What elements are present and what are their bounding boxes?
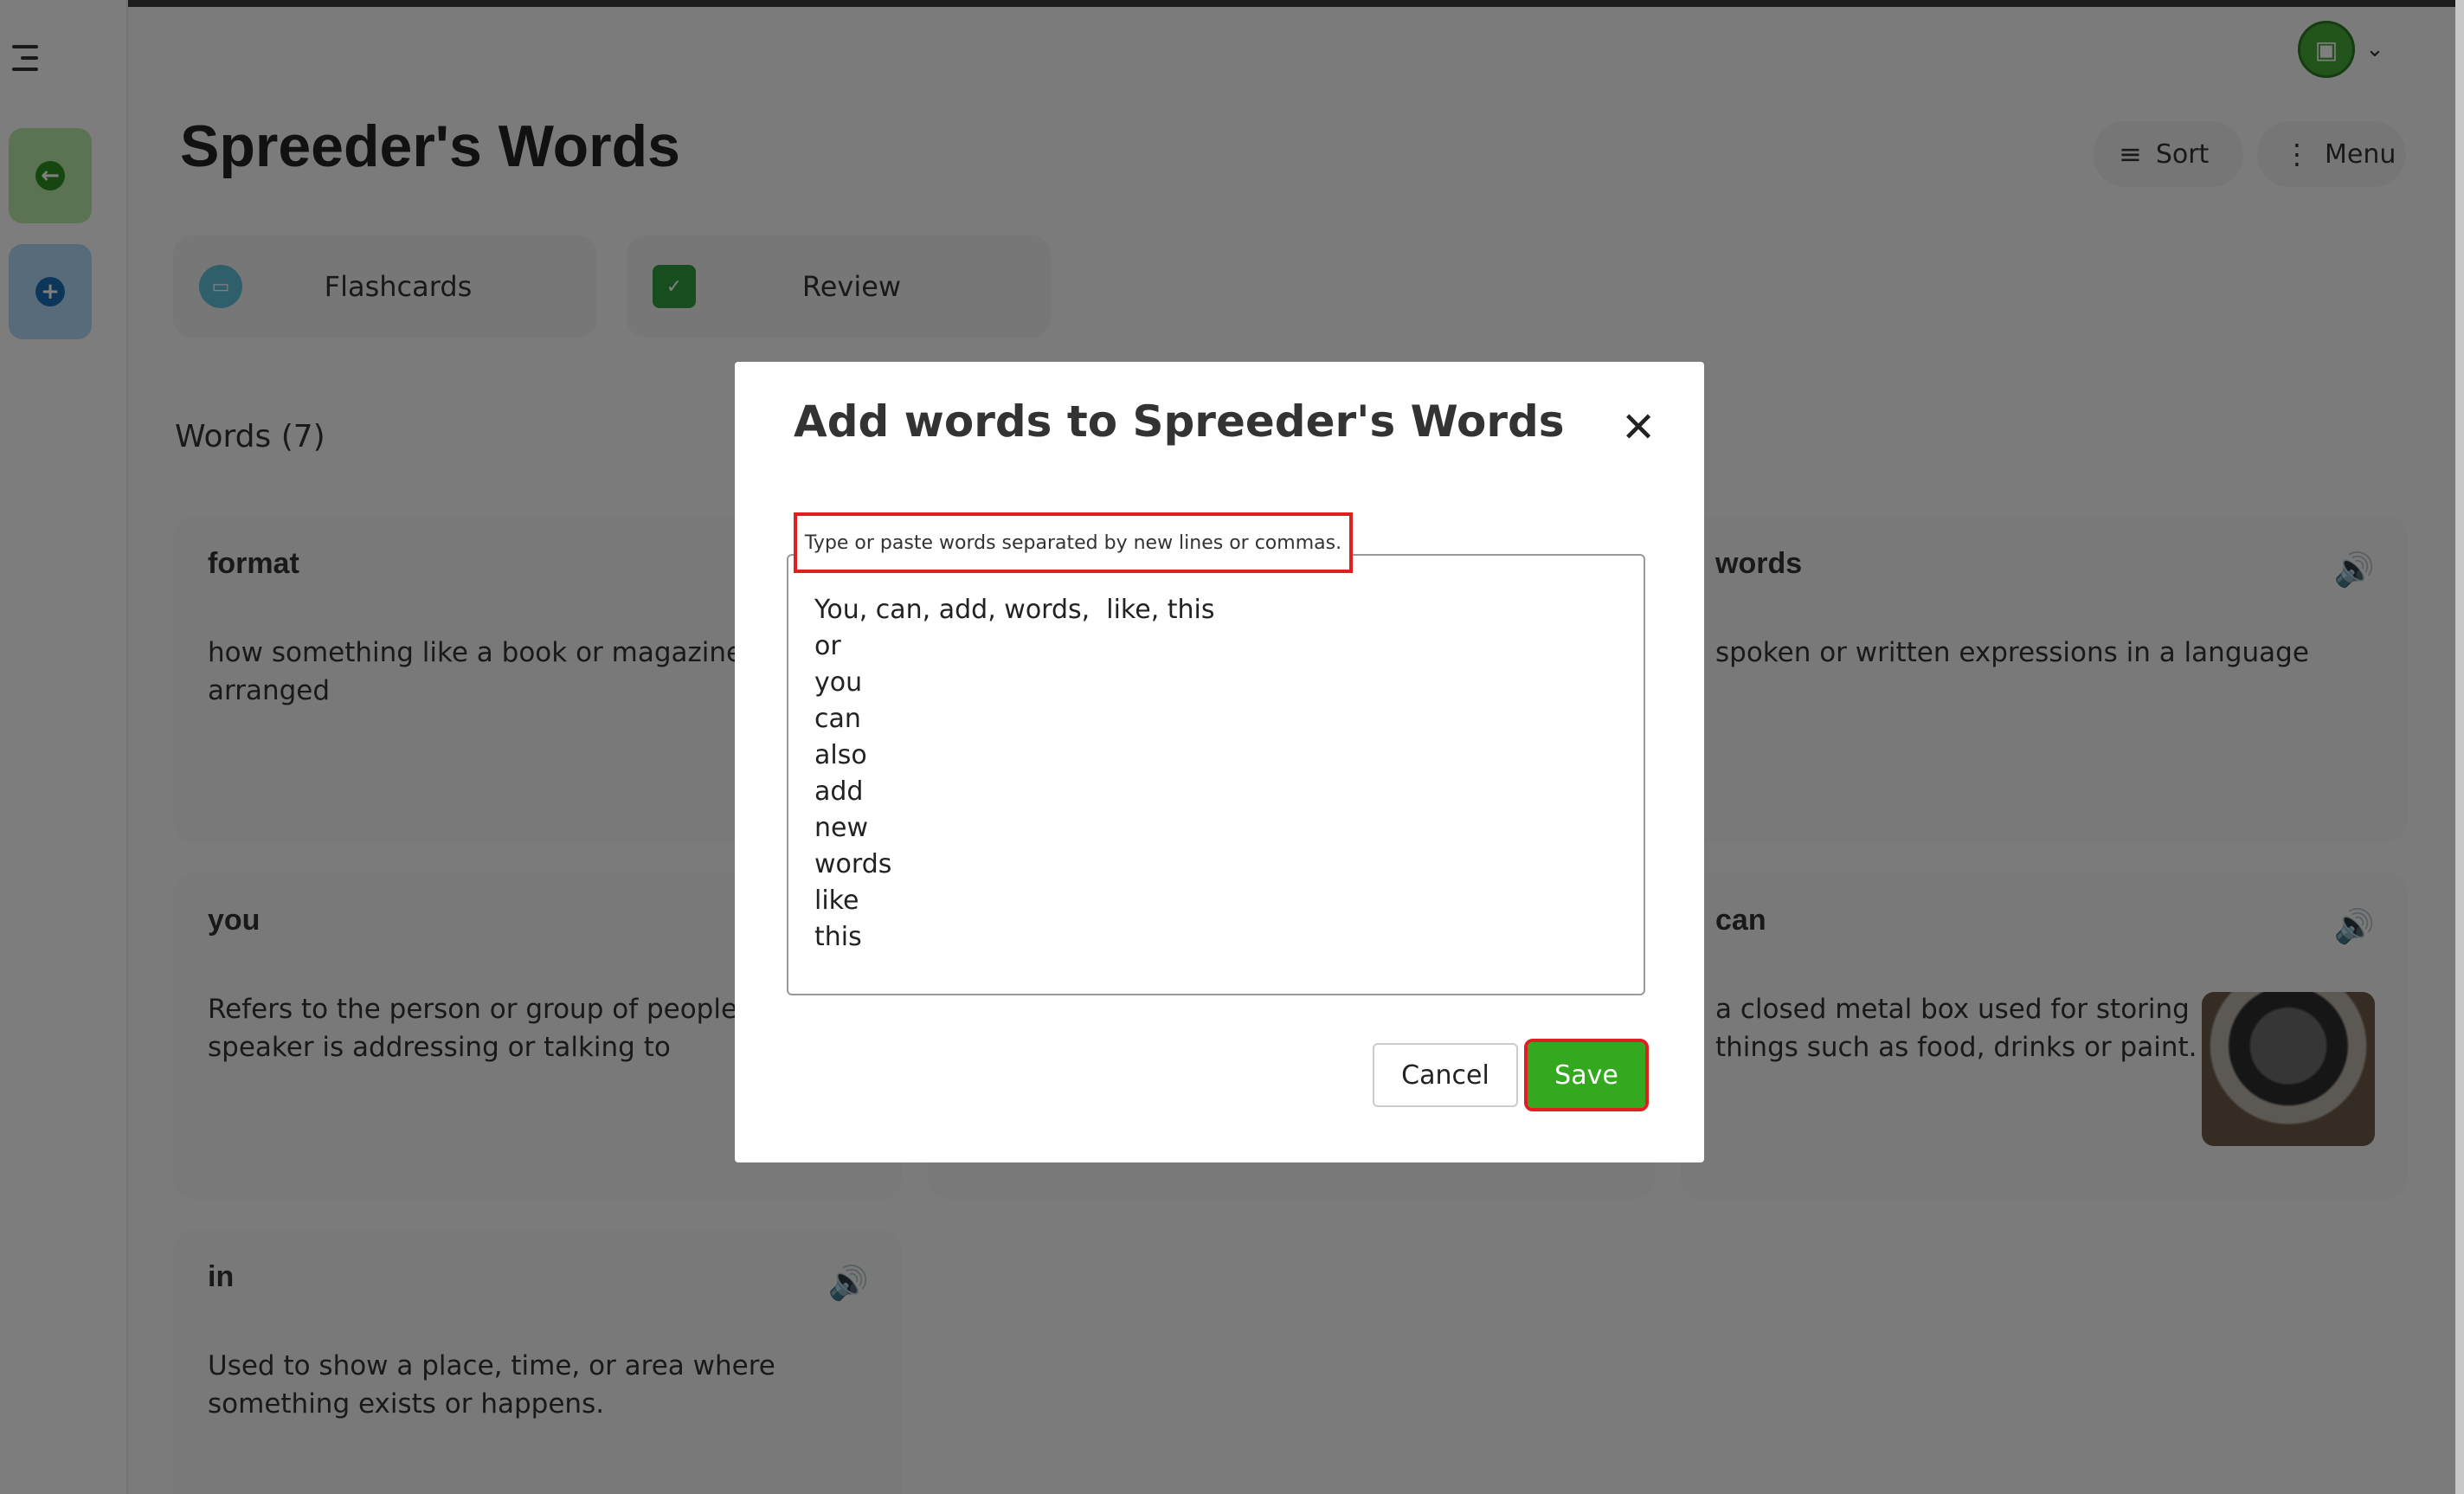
save-button[interactable]: Save [1524, 1039, 1649, 1111]
textarea-value[interactable]: You, can, add, words, like, this or you … [814, 592, 1215, 956]
close-icon[interactable]: ✕ [1621, 407, 1656, 448]
scrollbar[interactable] [2455, 0, 2464, 1494]
textarea-label: Type or paste words separated by new lin… [794, 512, 1353, 573]
cancel-button[interactable]: Cancel [1373, 1043, 1518, 1107]
add-words-dialog: Add words to Spreeder's Words ✕ Type or … [735, 362, 1704, 1162]
dialog-title: Add words to Spreeder's Words [794, 396, 1565, 447]
